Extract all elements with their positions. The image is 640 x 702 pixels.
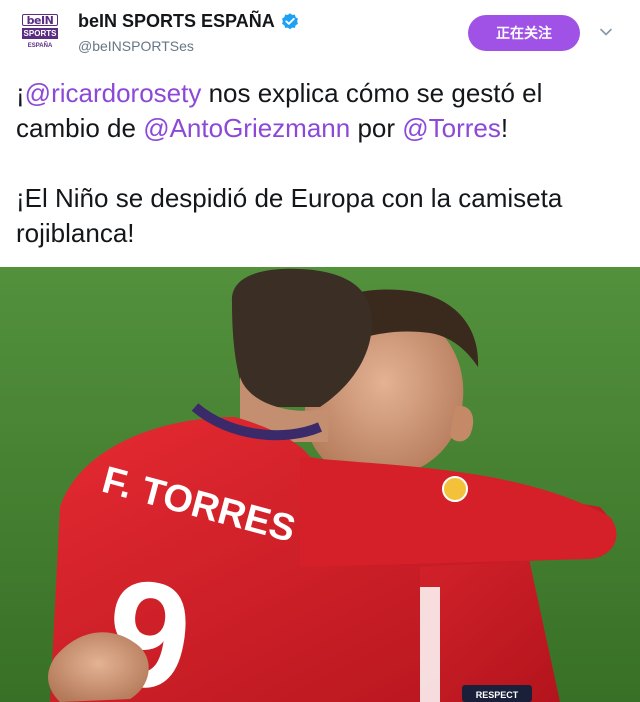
- mention-link-torres[interactable]: @Torres: [402, 113, 501, 143]
- logo-sports-text: SPORTS: [22, 28, 58, 39]
- europa-league-badge: [442, 476, 468, 502]
- mention-link-ricardorosety[interactable]: @ricardorosety: [25, 78, 202, 108]
- display-name[interactable]: beIN SPORTS ESPAÑA: [78, 11, 275, 32]
- following-button[interactable]: 正在关注: [468, 15, 580, 51]
- chevron-down-icon[interactable]: [598, 24, 614, 40]
- tweet-header: beIN SPORTS ESPAÑA beIN SPORTS ESPAÑA @b…: [0, 0, 640, 68]
- text-prefix: ¡: [16, 78, 25, 108]
- account-handle[interactable]: @beINSPORTSes: [78, 38, 194, 54]
- griezmann-stripe: [420, 587, 440, 702]
- tweet-paragraph-1: ¡@ricardorosety nos explica cómo se gest…: [16, 76, 624, 146]
- photo-illustration: RESPECT F. TORRES 9: [0, 267, 640, 702]
- name-row: beIN SPORTS ESPAÑA: [78, 11, 300, 32]
- logo-bein-text: beIN: [22, 14, 58, 27]
- text-segment-2: por: [350, 113, 403, 143]
- tweet-photo[interactable]: RESPECT F. TORRES 9: [0, 267, 640, 702]
- tweet-text: ¡@ricardorosety nos explica cómo se gest…: [16, 76, 624, 251]
- mention-link-antogriezmann[interactable]: @AntoGriezmann: [143, 113, 350, 143]
- logo-espana-text: ESPAÑA: [27, 43, 53, 49]
- tweet-paragraph-2: ¡El Niño se despidió de Europa con la ca…: [16, 183, 563, 248]
- sleeve-patch-text: RESPECT: [476, 690, 519, 700]
- account-avatar[interactable]: beIN SPORTS ESPAÑA: [18, 10, 64, 56]
- verified-badge-icon: [281, 12, 298, 29]
- text-suffix: !: [500, 113, 509, 143]
